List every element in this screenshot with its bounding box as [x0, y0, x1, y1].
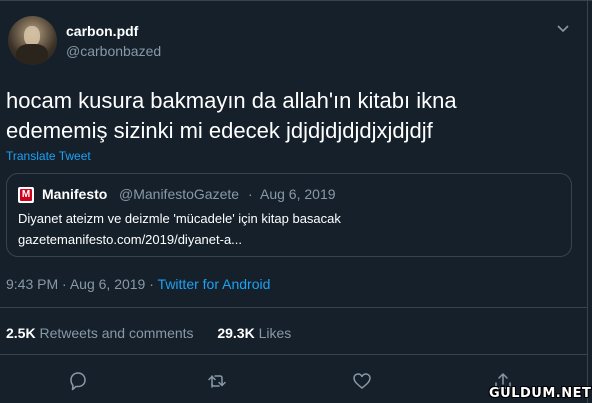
quoted-tweet-card[interactable]: M Manifesto @ManifestoGazete · Aug 6, 20…	[6, 173, 572, 257]
manifesto-logo-letter: M	[20, 189, 32, 201]
tweet-stats: 2.5K Retweets and comments 29.3K Likes	[6, 325, 291, 341]
manifesto-logo-icon: M	[18, 187, 34, 203]
reply-icon[interactable]	[67, 370, 89, 392]
retweet-icon[interactable]	[206, 370, 228, 392]
quoted-date: Aug 6, 2019	[260, 186, 336, 202]
quoted-author-handle: @ManifestoGazete	[119, 186, 240, 202]
likes-stat[interactable]: 29.3K Likes	[217, 325, 291, 341]
retweets-label: Retweets and comments	[39, 325, 194, 341]
right-border	[587, 0, 588, 403]
likes-label: Likes	[258, 325, 292, 341]
avatar[interactable]	[8, 16, 57, 65]
tweet-text-line-2: edememiş sizinki mi edecek jdjdjdjdjdjxj…	[6, 118, 433, 143]
divider-top	[0, 307, 588, 308]
watermark-logo: GULDUM.NET	[489, 386, 592, 401]
tweet-time[interactable]: 9:43 PM	[6, 276, 58, 292]
quoted-author-name: Manifesto	[42, 186, 108, 202]
chevron-down-icon[interactable]	[556, 24, 570, 34]
avatar-face	[24, 26, 40, 46]
tweet-source[interactable]: Twitter for Android	[158, 276, 271, 292]
meta-separator-1: ·	[62, 276, 67, 292]
tweet-date[interactable]: Aug 6, 2019	[70, 276, 146, 292]
translate-tweet-link[interactable]: Translate Tweet	[6, 149, 91, 163]
like-icon[interactable]	[351, 370, 373, 392]
top-border	[0, 0, 592, 1]
quoted-text: Diyanet ateizm ve deizmle 'mücadele' içi…	[18, 211, 341, 226]
retweets-stat[interactable]: 2.5K Retweets and comments	[6, 325, 194, 341]
meta-separator-2: ·	[149, 276, 154, 292]
author-display-name[interactable]: carbon.pdf	[66, 23, 138, 39]
retweets-count: 2.5K	[6, 325, 36, 341]
divider-bottom	[0, 354, 588, 355]
author-handle[interactable]: @carbonbazed	[66, 43, 161, 59]
tweet-text: hocam kusura bakmayın da allah'ın kitabı…	[6, 86, 566, 146]
quoted-separator: ·	[248, 186, 253, 202]
avatar-body	[16, 44, 48, 65]
quoted-link: gazetemanifesto.com/2019/diyanet-a...	[18, 232, 243, 247]
tweet-meta: 9:43 PM · Aug 6, 2019 · Twitter for Andr…	[6, 276, 270, 292]
likes-count: 29.3K	[217, 325, 255, 341]
tweet-text-line-1: hocam kusura bakmayın da allah'ın kitabı…	[6, 88, 457, 113]
